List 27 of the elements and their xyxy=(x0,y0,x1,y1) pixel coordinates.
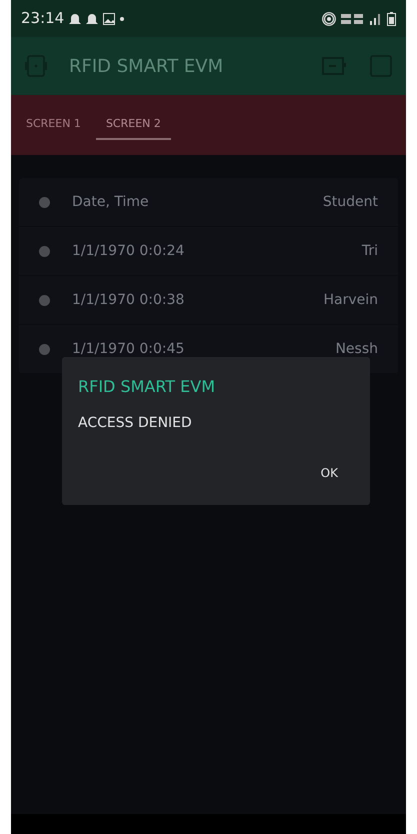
row-dot xyxy=(39,196,50,208)
app-title: RFID SMART EVM xyxy=(69,54,224,78)
battery-icon xyxy=(387,12,396,26)
table-cell-text: Date, Time xyxy=(72,192,150,212)
table-cell-text: Nessh xyxy=(335,340,378,358)
hotspot-icon xyxy=(322,12,336,26)
dialog-title: RFID SMART EVM xyxy=(78,376,216,398)
dot-icon xyxy=(120,16,124,20)
table-cell-text: Harvein xyxy=(323,290,378,310)
table-cell-text: 1/1/1970 0:0:24 xyxy=(72,242,186,260)
table-cell-text: 1/1/1970 0:0:38 xyxy=(72,290,186,310)
status-time: 23:14 xyxy=(21,8,64,30)
row-dot xyxy=(39,344,50,354)
row-dot xyxy=(39,246,50,256)
notification-icon xyxy=(69,12,82,24)
tab[interactable]: SCREEN 1 xyxy=(26,110,81,140)
network-type-icon xyxy=(341,12,365,24)
ok-button[interactable]: OK xyxy=(314,460,344,486)
tab[interactable]: SCREEN 2 xyxy=(96,110,171,140)
notification-icon xyxy=(86,12,98,24)
table-cell-text: 1/1/1970 0:0:45 xyxy=(72,340,186,358)
image-icon xyxy=(103,12,116,24)
table-cell-text: Student xyxy=(322,192,378,212)
signal-icon xyxy=(370,12,382,24)
dialog-message: ACCESS DENIED xyxy=(78,414,193,433)
table-cell-text: Tri xyxy=(362,242,378,260)
row-dot xyxy=(39,294,50,306)
